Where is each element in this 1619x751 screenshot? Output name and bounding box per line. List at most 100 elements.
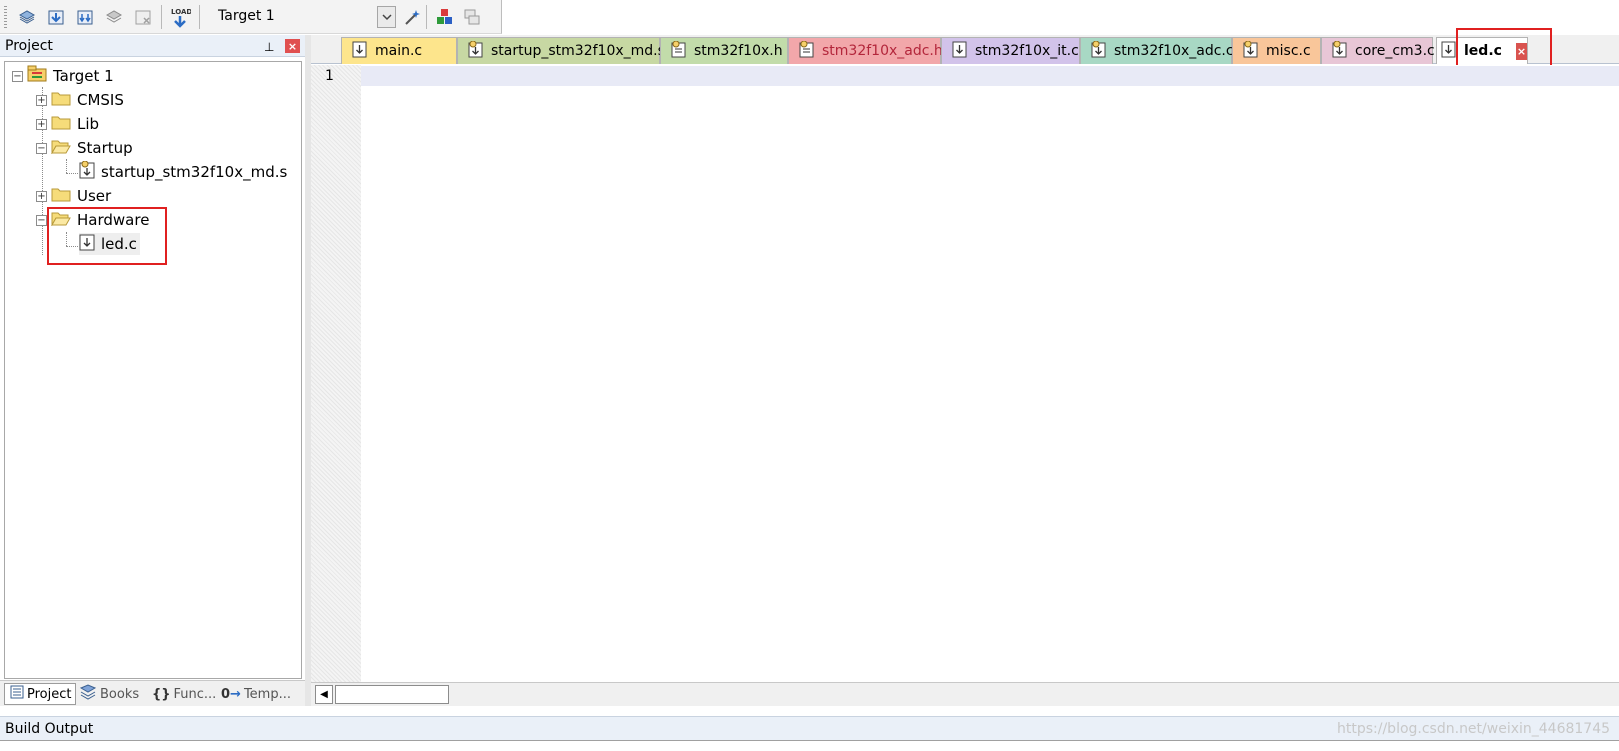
editor-tab[interactable]: startup_stm32f10x_md.s [457,37,665,64]
project-tab-icon [10,685,24,703]
toolbar-separator [426,5,427,29]
tree-connector [66,159,67,173]
editor-tab[interactable]: main.c [341,37,457,64]
options-wand-icon[interactable] [400,5,424,29]
editor-tab-label: stm32f10x_adc.h [822,43,943,59]
tree-group-label: Startup [77,139,133,157]
highlight-box [47,207,167,265]
editor-tab[interactable]: stm32f10x_adc.c [1080,37,1234,64]
toolbar: LOAD Target 1 [0,0,502,34]
editor-tab-label: stm32f10x.h [694,43,783,59]
tree-expander[interactable]: + [36,95,47,106]
translate-icon[interactable] [15,5,39,29]
tab-functions[interactable]: {} Func... [152,683,216,705]
tab-label: Books [100,686,140,702]
target-icon [27,65,47,87]
file-icon [952,41,967,62]
target-select[interactable]: Target 1 [212,5,396,29]
load-icon[interactable]: LOAD [168,5,192,29]
editor-tab[interactable]: stm32f10x_adc.h [788,37,943,64]
editor-tab[interactable]: misc.c [1232,37,1321,64]
horizontal-scrollbar[interactable]: ◀ [311,682,1619,706]
editor-tab[interactable]: stm32f10x.h [660,37,788,64]
tab-project[interactable]: Project [4,683,77,705]
editor-tab-label: misc.c [1266,43,1311,59]
line-number-gutter: 1 [311,65,361,682]
books-icon [79,684,97,704]
tree-group-label: Lib [77,115,100,133]
editor-tab[interactable]: core_cm3.c [1321,37,1435,64]
tree-root[interactable]: Target 1 [27,65,114,87]
file-icon [1091,40,1106,62]
editor-tab-label: startup_stm32f10x_md.s [491,43,665,59]
tab-label: Temp... [243,686,291,702]
select-packs-icon[interactable] [460,5,484,29]
tree-expander[interactable]: + [36,191,47,202]
build-output-title: Build Output [5,721,94,737]
tree-connector [66,173,78,174]
tab-label: Project [27,686,72,702]
tab-books[interactable]: Books [79,683,139,705]
tree-root-label: Target 1 [53,67,114,85]
file-icon [671,40,686,62]
folder-icon [51,186,71,206]
tree-group-lib[interactable]: Lib [51,113,99,135]
braces-icon: {} [152,686,171,702]
build-output-pane[interactable] [0,740,1619,751]
project-panel-header: Project ⊥ × [0,35,305,57]
pin-icon[interactable]: ⊥ [264,40,274,54]
tab-label: Func... [173,686,217,702]
folder-icon [51,90,71,110]
tree-group-cmsis[interactable]: CMSIS [51,89,124,111]
file-icon [352,41,367,62]
toolbar-grip[interactable] [4,6,7,28]
tree-group-startup[interactable]: Startup [51,137,133,159]
folder-open-icon [51,138,71,158]
editor-tab-label: core_cm3.c [1355,43,1435,59]
target-select-value: Target 1 [218,8,275,24]
tree-expander[interactable]: − [36,143,47,154]
template-icon: 0→ [221,686,241,702]
editor-tab-label: stm32f10x_adc.c [1114,43,1234,59]
project-tree: − Target 1 + CMSIS + Lib − Startup start… [4,61,302,679]
tree-file-startup[interactable]: startup_stm32f10x_md.s [79,160,288,183]
tab-templates[interactable]: 0→ Temp... [221,683,291,705]
code-editor[interactable]: 1 [311,65,1619,682]
file-icon [1332,40,1347,62]
project-panel-title: Project [5,38,53,54]
editor-tab-label: main.c [375,43,423,59]
file-icon [1441,41,1456,62]
tree-connector [42,87,43,255]
toolbar-separator [199,5,200,29]
tree-group-label: User [77,187,112,205]
editor-tab[interactable]: stm32f10x_it.c [941,37,1080,64]
editor-tab-strip: main.c startup_stm32f10x_md.s stm32f10x.… [311,28,1619,72]
toolbar-separator [161,5,162,29]
tree-group-label: CMSIS [77,91,124,109]
tree-expander[interactable]: − [36,215,47,226]
file-icon [468,40,483,62]
file-icon [79,160,95,183]
svg-text:LOAD: LOAD [171,8,191,16]
file-icon [799,40,814,62]
folder-icon [51,114,71,134]
file-icon [1243,40,1258,62]
chevron-down-icon[interactable] [377,6,396,28]
tree-expander[interactable]: − [12,71,23,82]
scroll-left-icon[interactable]: ◀ [315,685,333,704]
manage-components-icon[interactable] [432,5,456,29]
rebuild-icon[interactable] [73,5,97,29]
build-icon[interactable] [44,5,68,29]
current-line-highlight [361,66,1619,86]
stop-build-icon[interactable] [131,5,155,29]
project-panel-tabs: Project Books {} Func... 0→ Temp... [0,680,305,706]
tree-file-label: startup_stm32f10x_md.s [101,163,288,181]
batch-build-icon[interactable] [102,5,126,29]
tree-group-user[interactable]: User [51,185,111,207]
tree-expander[interactable]: + [36,119,47,130]
close-icon[interactable]: × [285,39,300,53]
editor-tab-label: stm32f10x_it.c [975,43,1079,59]
watermark-text: https://blog.csdn.net/weixin_44681745 [1337,721,1611,737]
scroll-thumb[interactable] [335,685,449,704]
line-number: 1 [325,68,334,84]
